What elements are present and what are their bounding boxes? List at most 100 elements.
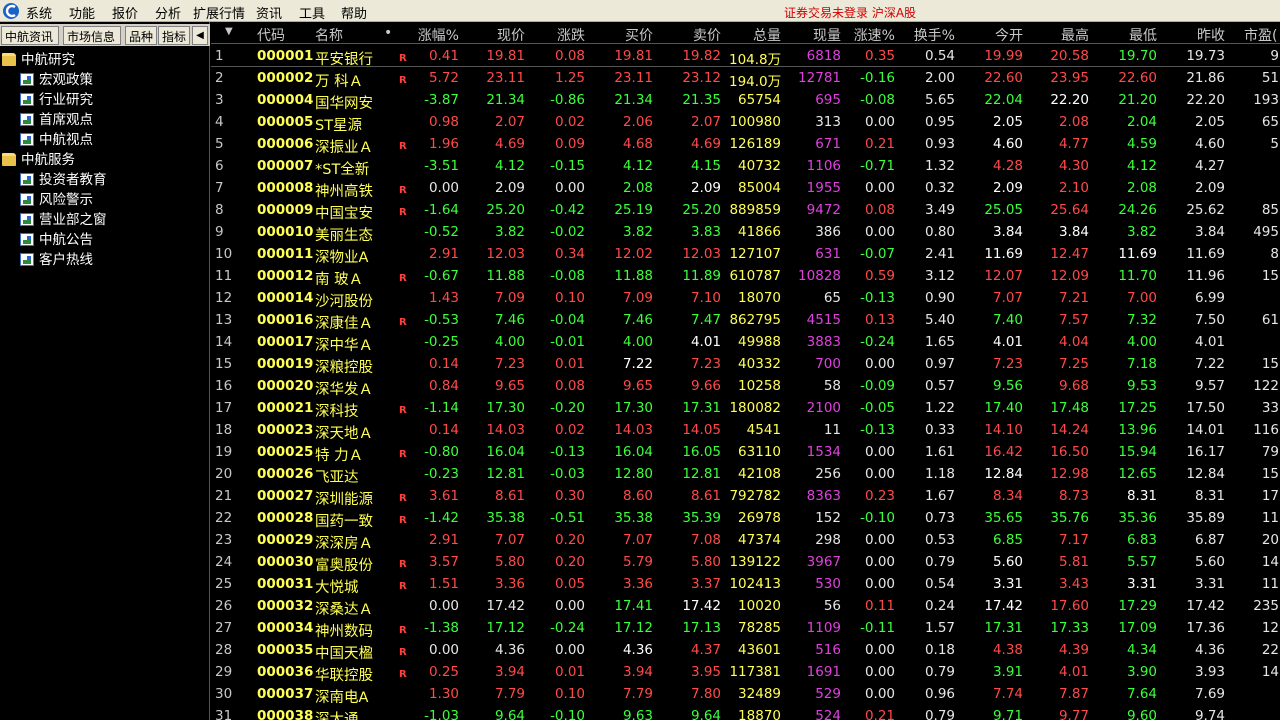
document-icon xyxy=(20,213,34,226)
low-price: 3.90 xyxy=(1126,664,1157,680)
table-row[interactable]: 11 000012 南 玻Ａ R -0.67 11.88 -0.08 11.88 11.89 61… xyxy=(211,265,1280,288)
sort-down-icon[interactable]: ▼ xyxy=(225,26,233,37)
header-turnover[interactable]: 换手% xyxy=(899,25,955,45)
table-row[interactable]: 12 000014 沙河股份 1.43 7.09 0.10 7.09 7.10 18070 65 -… xyxy=(211,287,1280,310)
table-row[interactable]: 30 000037 深南电A 1.30 7.79 0.10 7.79 7.80 32489 529… xyxy=(211,683,1280,706)
ask-price: 4.01 xyxy=(690,334,721,350)
table-row[interactable]: 2 000002 万 科Ａ R 5.72 23.11 1.25 23.11 23.12 194.0… xyxy=(211,67,1280,90)
header-dot[interactable]: • xyxy=(384,25,392,41)
table-row[interactable]: 20 000026 飞亚达 -0.23 12.81 -0.03 12.80 12.81 4210… xyxy=(211,463,1280,486)
document-icon xyxy=(20,253,34,266)
table-row[interactable]: 13 000016 深康佳Ａ R -0.53 7.46 -0.04 7.46 7.47 86279… xyxy=(211,309,1280,332)
tree-item[interactable]: 风险警示 xyxy=(20,188,93,208)
tab-indicator[interactable]: 指标 xyxy=(158,26,190,45)
table-row[interactable]: 8 000009 中国宝安 R -1.64 25.20 -0.42 25.19 25.20 889… xyxy=(211,199,1280,222)
header-prev-close[interactable]: 昨收 xyxy=(1173,25,1225,45)
table-row[interactable]: 22 000028 国药一致 R -1.42 35.38 -0.51 35.38 35.39 26… xyxy=(211,507,1280,530)
prev-close: 9.57 xyxy=(1194,378,1225,394)
header-pe[interactable]: 市盈( xyxy=(1244,25,1277,45)
header-volume[interactable]: 总量 xyxy=(729,25,781,45)
app-logo-icon[interactable] xyxy=(2,2,20,20)
tree-item[interactable]: 首席观点 xyxy=(20,108,93,128)
header-name[interactable]: 名称 xyxy=(315,25,343,45)
table-row[interactable]: 1 000001 平安银行 R 0.41 19.81 0.08 19.81 19.82 104.8… xyxy=(211,45,1280,68)
table-row[interactable]: 24 000030 富奥股份 R 3.57 5.80 0.20 5.79 5.80 139122 3… xyxy=(211,551,1280,574)
change: 0.20 xyxy=(554,532,585,548)
table-row[interactable]: 18 000023 深天地Ａ 0.14 14.03 0.02 14.03 14.05 4541 1… xyxy=(211,419,1280,442)
tab-scroll-left-button[interactable]: ◀ xyxy=(192,26,208,45)
table-row[interactable]: 3 000004 国华网安 -3.87 21.34 -0.86 21.34 21.35 6575… xyxy=(211,89,1280,112)
header-code[interactable]: 代码 xyxy=(257,25,285,45)
menu-analysis[interactable]: 分析 xyxy=(155,3,181,22)
stock-name: 深天地Ａ xyxy=(315,426,373,442)
menu-extended-quote[interactable]: 扩展行情 xyxy=(193,3,245,22)
change-pct: 2.91 xyxy=(428,532,459,548)
table-row[interactable]: 4 000005 ST星源 0.98 2.07 0.02 2.06 2.07 100980 313… xyxy=(211,111,1280,134)
price: 16.04 xyxy=(486,444,525,460)
header-speed[interactable]: 涨速% xyxy=(837,25,895,45)
header-price[interactable]: 现价 xyxy=(473,25,525,45)
tab-market-info[interactable]: 市场信息 xyxy=(63,26,121,45)
header-low[interactable]: 最低 xyxy=(1105,25,1157,45)
tab-variety[interactable]: 品种 xyxy=(125,26,157,45)
tree-item[interactable]: 投资者教育 xyxy=(20,168,107,188)
menu-news[interactable]: 资讯 xyxy=(256,3,282,22)
tree-item[interactable]: 中航视点 xyxy=(20,128,93,148)
current-volume: 530 xyxy=(815,576,841,592)
table-row[interactable]: 17 000021 深科技 R -1.14 17.30 -0.20 17.30 17.31 180… xyxy=(211,397,1280,420)
table-row[interactable]: 27 000034 神州数码 R -1.38 17.12 -0.24 17.12 17.13 78… xyxy=(211,617,1280,640)
menu-tools[interactable]: 工具 xyxy=(299,3,325,22)
header-change-pct[interactable]: 涨幅% xyxy=(407,25,459,45)
table-row[interactable]: 6 000007 *ST全新 -3.51 4.12 -0.15 4.12 4.15 40732 1… xyxy=(211,155,1280,178)
tree-item[interactable]: 中航服务 xyxy=(2,148,75,168)
change-pct: 1.30 xyxy=(428,686,459,702)
table-row[interactable]: 16 000020 深华发Ａ 0.84 9.65 0.08 9.65 9.66 10258 58 -… xyxy=(211,375,1280,398)
tree-item[interactable]: 营业部之窗 xyxy=(20,208,107,228)
speed: -0.09 xyxy=(860,378,895,394)
change-pct: 1.43 xyxy=(428,290,459,306)
stock-name: 国药一致 xyxy=(315,514,373,530)
menu-function[interactable]: 功能 xyxy=(69,3,95,22)
menu-help[interactable]: 帮助 xyxy=(341,3,367,22)
high-price: 2.10 xyxy=(1058,180,1089,196)
stock-name: 大悦城 xyxy=(315,580,359,596)
table-row[interactable]: 23 000029 深深房Ａ 2.91 7.07 0.20 7.07 7.08 47374 298… xyxy=(211,529,1280,552)
change-pct: -1.42 xyxy=(424,510,459,526)
volume: 4541 xyxy=(746,422,781,438)
table-row[interactable]: 10 000011 深物业A 2.91 12.03 0.34 12.02 12.03 12710… xyxy=(211,243,1280,266)
table-row[interactable]: 5 000006 深振业Ａ R 1.96 4.69 0.09 4.68 4.69 126189 67… xyxy=(211,133,1280,156)
header-bid[interactable]: 买价 xyxy=(601,25,653,45)
tree-item[interactable]: 行业研究 xyxy=(20,88,93,108)
table-row[interactable]: 31 000038 深大通 -1.03 9.64 -0.10 9.63 9.64 18870 52… xyxy=(211,705,1280,720)
bid-price: 35.38 xyxy=(614,510,653,526)
header-ask[interactable]: 卖价 xyxy=(669,25,721,45)
tree-item[interactable]: 中航研究 xyxy=(2,48,75,68)
pe-ratio: 14 xyxy=(1261,664,1279,680)
price: 23.11 xyxy=(486,70,525,86)
bid-price: 4.36 xyxy=(622,642,653,658)
menu-quote[interactable]: 报价 xyxy=(112,3,138,22)
table-row[interactable]: 15 000019 深粮控股 0.14 7.23 0.01 7.22 7.23 40332 700… xyxy=(211,353,1280,376)
tab-zhonghang-info[interactable]: 中航资讯 xyxy=(1,26,59,45)
table-row[interactable]: 9 000010 美丽生态 -0.52 3.82 -0.02 3.82 3.83 41866 38… xyxy=(211,221,1280,244)
menu-system[interactable]: 系统 xyxy=(26,3,52,22)
pe-ratio: 495 xyxy=(1253,224,1279,240)
tree-item[interactable]: 中航公告 xyxy=(20,228,93,248)
table-row[interactable]: 25 000031 大悦城 R 1.51 3.36 0.05 3.36 3.37 102413 53… xyxy=(211,573,1280,596)
price: 17.30 xyxy=(486,400,525,416)
table-row[interactable]: 21 000027 深圳能源 R 3.61 8.61 0.30 8.60 8.61 792782 8… xyxy=(211,485,1280,508)
open-price: 17.31 xyxy=(984,620,1023,636)
table-row[interactable]: 29 000036 华联控股 R 0.25 3.94 0.01 3.94 3.95 117381 1… xyxy=(211,661,1280,684)
header-change[interactable]: 涨跌 xyxy=(533,25,585,45)
header-current-volume[interactable]: 现量 xyxy=(789,25,841,45)
table-row[interactable]: 7 000008 神州高铁 R 0.00 2.09 0.00 2.08 2.09 85004 195… xyxy=(211,177,1280,200)
row-index: 20 xyxy=(215,466,233,482)
table-row[interactable]: 19 000025 特 力Ａ R -0.80 16.04 -0.13 16.04 16.05 63… xyxy=(211,441,1280,464)
tree-item[interactable]: 客户热线 xyxy=(20,248,93,268)
header-high[interactable]: 最高 xyxy=(1037,25,1089,45)
header-open[interactable]: 今开 xyxy=(971,25,1023,45)
table-row[interactable]: 26 000032 深桑达Ａ 0.00 17.42 0.00 17.41 17.42 10020… xyxy=(211,595,1280,618)
table-row[interactable]: 14 000017 深中华Ａ -0.25 4.00 -0.01 4.00 4.01 49988 3… xyxy=(211,331,1280,354)
table-row[interactable]: 28 000035 中国天楹 R 0.00 4.36 0.00 4.36 4.37 43601 51… xyxy=(211,639,1280,662)
tree-item[interactable]: 宏观政策 xyxy=(20,68,93,88)
